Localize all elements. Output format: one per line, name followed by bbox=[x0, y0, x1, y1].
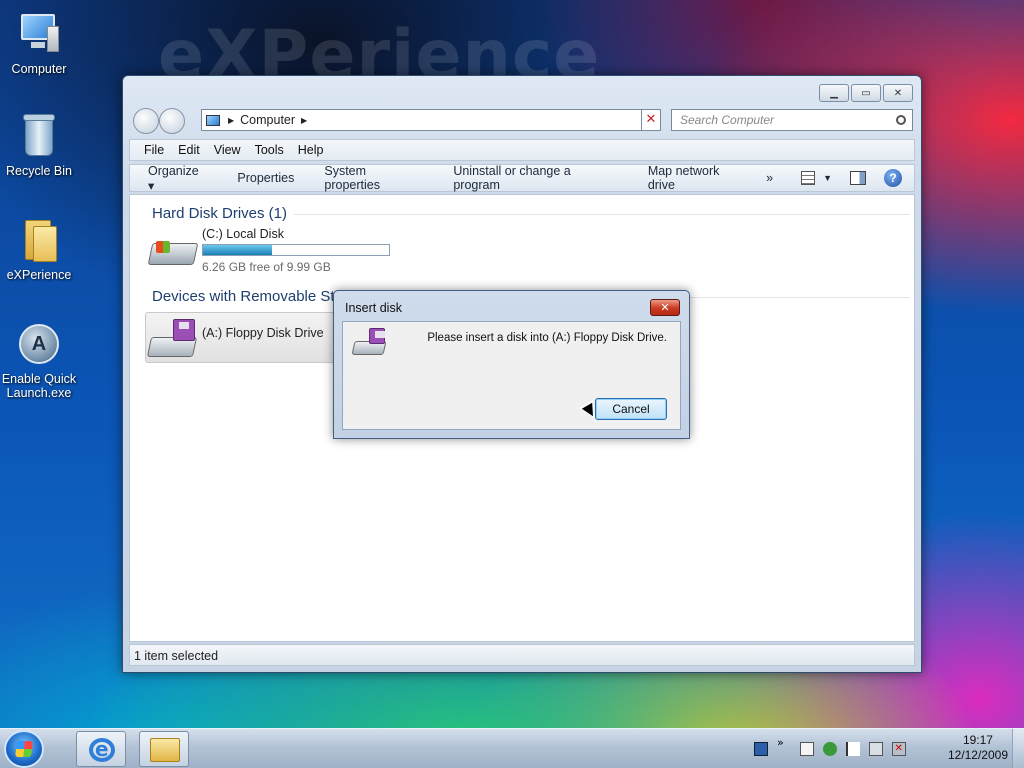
security-icon[interactable] bbox=[822, 742, 837, 756]
folder-icon bbox=[15, 216, 63, 264]
desktop-icon-label: Recycle Bin bbox=[6, 164, 72, 178]
desktop-icon-quick-launch[interactable]: Enable Quick Launch.exe bbox=[0, 320, 78, 400]
windows-logo-icon bbox=[15, 741, 33, 757]
desktop-icon-label: Enable Quick Launch.exe bbox=[1, 372, 77, 400]
capacity-fill bbox=[203, 245, 273, 255]
forward-button[interactable] bbox=[159, 108, 185, 134]
navigation-bar: ▶ Computer ▶ ▼ ✕ Search Computer bbox=[131, 108, 913, 134]
map-network-drive-button[interactable]: Map network drive bbox=[648, 164, 748, 192]
insert-disk-dialog: Insert disk ✕ Please insert a disk into … bbox=[333, 290, 690, 439]
cancel-button[interactable]: Cancel bbox=[595, 398, 667, 420]
menu-tools[interactable]: Tools bbox=[255, 143, 284, 157]
quick-launch-icon bbox=[15, 320, 63, 368]
action-center-flag-icon[interactable] bbox=[845, 742, 860, 756]
system-properties-button[interactable]: System properties bbox=[324, 164, 423, 192]
uninstall-button[interactable]: Uninstall or change a program bbox=[453, 164, 617, 192]
network-icon[interactable] bbox=[868, 742, 883, 756]
taskbar: » ✕ 19:17 12/12/2009 bbox=[0, 728, 1024, 768]
search-placeholder: Search Computer bbox=[680, 113, 775, 127]
floppy-drive-icon bbox=[351, 328, 389, 358]
help-icon[interactable]: ? bbox=[884, 169, 902, 187]
menu-file[interactable]: File bbox=[144, 143, 164, 157]
drive-a[interactable]: (A:) Floppy Disk Drive bbox=[145, 312, 340, 363]
change-view-button[interactable]: ▼ bbox=[801, 171, 832, 185]
start-button[interactable] bbox=[4, 730, 44, 768]
search-icon[interactable] bbox=[896, 115, 906, 125]
internet-explorer-icon bbox=[89, 737, 115, 762]
clock-date: 12/12/2009 bbox=[947, 748, 1008, 762]
computer-icon bbox=[206, 114, 220, 126]
view-icon bbox=[801, 171, 816, 185]
desktop-icon-label: eXPerience bbox=[6, 268, 72, 282]
search-input[interactable]: Search Computer bbox=[671, 109, 913, 131]
dialog-title: Insert disk bbox=[345, 301, 402, 315]
preview-pane-icon[interactable] bbox=[850, 171, 866, 185]
capacity-bar bbox=[202, 244, 390, 256]
desktop-toolbar-icon[interactable] bbox=[754, 742, 768, 756]
dialog-body: Please insert a disk into (A:) Floppy Di… bbox=[342, 321, 681, 430]
menu-help[interactable]: Help bbox=[298, 143, 324, 157]
floppy-drive-icon bbox=[146, 319, 198, 357]
address-bar[interactable]: ▶ Computer ▶ ▼ bbox=[201, 109, 661, 131]
properties-button[interactable]: Properties bbox=[237, 171, 294, 185]
volume-muted-icon[interactable]: ✕ bbox=[891, 742, 906, 756]
hard-disk-icon bbox=[147, 237, 199, 267]
status-bar: 1 item selected bbox=[129, 644, 915, 666]
free-space-text: 6.26 GB free of 9.99 GB bbox=[202, 260, 331, 274]
taskbar-internet-explorer[interactable] bbox=[76, 731, 126, 767]
caption-buttons: ▁ ▭ ✕ bbox=[819, 84, 913, 102]
desktop-icon-recycle-bin[interactable]: Recycle Bin bbox=[0, 112, 78, 178]
drive-name: (A:) Floppy Disk Drive bbox=[202, 326, 324, 340]
view-controls: ▼ ? bbox=[801, 169, 902, 187]
maximize-button[interactable]: ▭ bbox=[851, 84, 881, 102]
group-title-hard-disks[interactable]: Hard Disk Drives (1) bbox=[152, 205, 287, 222]
stop-icon[interactable]: ✕ bbox=[641, 109, 661, 131]
menu-edit[interactable]: Edit bbox=[178, 143, 200, 157]
menu-view[interactable]: View bbox=[214, 143, 241, 157]
chevron-down-icon: ▼ bbox=[823, 173, 832, 183]
tray-chevron[interactable]: » bbox=[777, 736, 784, 749]
clock-time: 19:17 bbox=[962, 733, 993, 747]
desktop-icon-computer[interactable]: Computer bbox=[0, 10, 78, 76]
breadcrumb-computer[interactable]: Computer bbox=[240, 113, 295, 127]
more-commands-button[interactable]: » bbox=[766, 171, 773, 185]
group-divider bbox=[294, 214, 910, 215]
command-bar: Organize ▾ Properties System properties … bbox=[129, 164, 915, 193]
clock[interactable]: 19:17 12/12/2009 bbox=[948, 733, 1008, 763]
taskbar-explorer[interactable] bbox=[139, 731, 189, 767]
breadcrumb-arrow-icon[interactable]: ▶ bbox=[228, 116, 234, 125]
document-icon[interactable] bbox=[799, 742, 814, 756]
folder-icon bbox=[150, 738, 180, 762]
dialog-message: Please insert a disk into (A:) Floppy Di… bbox=[427, 332, 667, 344]
close-button[interactable]: ✕ bbox=[883, 84, 913, 102]
dialog-close-button[interactable]: ✕ bbox=[650, 299, 680, 316]
menu-bar: File Edit View Tools Help bbox=[129, 139, 915, 161]
organize-button[interactable]: Organize ▾ bbox=[148, 164, 207, 193]
drive-c[interactable]: (C:) Local Disk 6.26 GB free of 9.99 GB bbox=[147, 225, 398, 275]
minimize-button[interactable]: ▁ bbox=[819, 84, 849, 102]
drive-name: (C:) Local Disk bbox=[202, 227, 284, 241]
back-button[interactable] bbox=[133, 108, 159, 134]
desktop-icon-label: Computer bbox=[11, 62, 67, 76]
breadcrumb-arrow-icon[interactable]: ▶ bbox=[301, 116, 307, 125]
status-text: 1 item selected bbox=[134, 649, 219, 663]
show-desktop-button[interactable] bbox=[1012, 729, 1024, 768]
recycle-bin-icon bbox=[15, 112, 63, 160]
desktop-icon-experience[interactable]: eXPerience bbox=[0, 216, 78, 282]
computer-icon bbox=[15, 10, 63, 58]
